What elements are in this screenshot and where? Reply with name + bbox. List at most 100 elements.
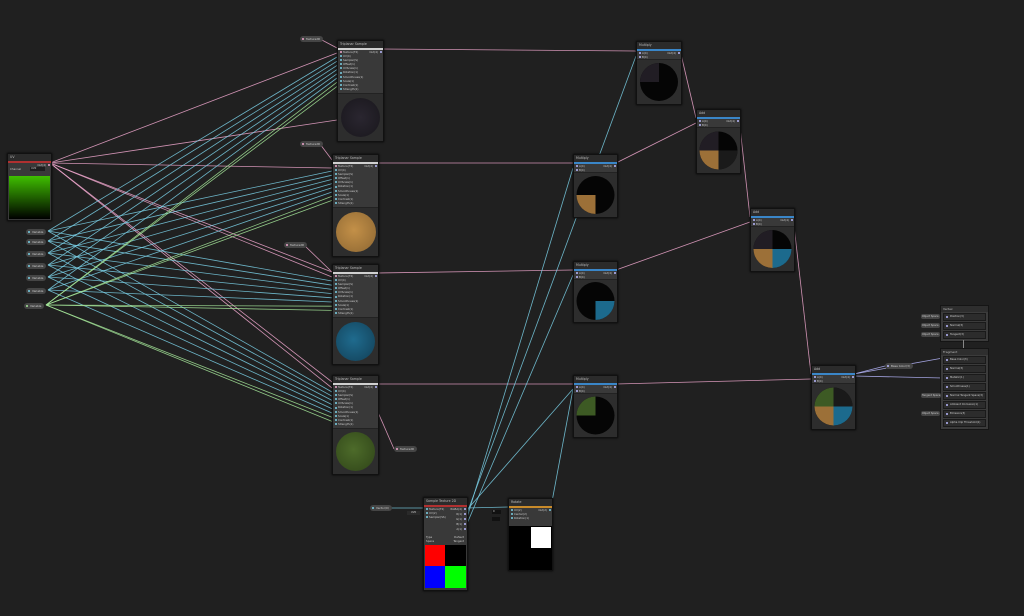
port-dot[interactable] bbox=[334, 389, 337, 392]
master-slot-row[interactable]: Smoothness(1) bbox=[941, 382, 988, 391]
uv-variable-1[interactable]: Variable bbox=[26, 239, 47, 245]
texture-property-c[interactable]: Texture2D bbox=[284, 242, 308, 248]
master-slot[interactable]: Tangent(3) bbox=[943, 331, 986, 339]
port-dot[interactable] bbox=[548, 508, 551, 511]
input-port[interactable]: Rotation(1) bbox=[509, 516, 537, 520]
port-dot[interactable] bbox=[339, 59, 342, 62]
output-dot[interactable] bbox=[613, 385, 616, 388]
port-dot[interactable] bbox=[334, 177, 337, 180]
master-slot-row[interactable]: Tangent Space Normal Tangent Space(3) bbox=[921, 391, 988, 400]
slot-dot[interactable] bbox=[946, 386, 948, 388]
multiply-node-a[interactable]: Multiply A(4) Out(4) B(4) bbox=[636, 41, 682, 105]
output-port[interactable]: Out(2) bbox=[537, 508, 552, 512]
port-dot[interactable] bbox=[463, 527, 466, 530]
port-dot[interactable] bbox=[813, 375, 816, 378]
vertex-block[interactable]: Vertex Object Space Position(3) Object Spa… bbox=[921, 305, 989, 342]
uv-variable-0[interactable]: Variable bbox=[26, 229, 47, 235]
slot-dot[interactable] bbox=[946, 325, 948, 327]
port-dot[interactable] bbox=[463, 522, 466, 525]
port-dot[interactable] bbox=[339, 54, 342, 57]
space-dropdown[interactable]: Tangent bbox=[453, 539, 464, 543]
port-dot[interactable] bbox=[575, 390, 578, 393]
port-dot[interactable] bbox=[334, 202, 337, 205]
texture-property-d[interactable]: Texture2D bbox=[394, 446, 418, 452]
master-slot-row[interactable]: Alpha Clip Threshold(1) bbox=[941, 418, 988, 427]
port-dot[interactable] bbox=[334, 164, 337, 167]
port-dot[interactable] bbox=[334, 181, 337, 184]
add-node-2[interactable]: Add A(4) Out(4) B(4) bbox=[750, 208, 795, 272]
master-slot[interactable]: Normal(3) bbox=[943, 365, 986, 373]
slot-dot[interactable] bbox=[946, 377, 948, 379]
output-dot[interactable] bbox=[613, 271, 616, 274]
slot-dot[interactable] bbox=[946, 368, 948, 370]
output-dot[interactable] bbox=[613, 164, 616, 167]
master-slot-row[interactable]: Object Space Position(3) bbox=[921, 312, 988, 321]
port-dot[interactable] bbox=[575, 169, 578, 172]
port-dot[interactable] bbox=[425, 512, 428, 515]
port-dot[interactable] bbox=[339, 84, 342, 87]
port-dot[interactable] bbox=[339, 71, 342, 74]
output-dot[interactable] bbox=[790, 218, 793, 221]
master-slot-row[interactable]: Object Space Tangent(3) bbox=[921, 330, 988, 339]
texture-property-b[interactable]: Texture2D bbox=[300, 141, 324, 147]
rotation-field[interactable]: 0 bbox=[492, 510, 501, 514]
space-dropdown-row[interactable]: Space Tangent bbox=[424, 539, 467, 543]
port-dot[interactable] bbox=[334, 274, 337, 277]
output-dot[interactable] bbox=[374, 274, 377, 277]
port-dot[interactable] bbox=[575, 164, 578, 167]
port-dot[interactable] bbox=[510, 517, 513, 520]
master-slot[interactable]: Ambient Occlusion(1) bbox=[943, 401, 986, 409]
input-port[interactable]: Strength(1) bbox=[333, 311, 378, 315]
output-dot[interactable] bbox=[677, 51, 680, 54]
port-dot[interactable] bbox=[698, 119, 701, 122]
port-dot[interactable] bbox=[334, 198, 337, 201]
slot-dot[interactable] bbox=[946, 413, 948, 415]
uv-variable-4[interactable]: Variable bbox=[26, 275, 47, 281]
channel-dropdown[interactable]: UV0 bbox=[30, 167, 45, 172]
multiply-node-c[interactable]: Multiply A(4) Out(4) B(4) bbox=[573, 261, 618, 323]
input-port[interactable]: Strength(1) bbox=[338, 87, 383, 91]
port-dot[interactable] bbox=[638, 56, 641, 59]
master-slot-row[interactable]: Object Space Emission(3) bbox=[921, 409, 988, 418]
multiply-node-d[interactable]: Multiply A(4) Out(4) B(4) bbox=[573, 375, 618, 438]
port-dot[interactable] bbox=[698, 124, 701, 127]
port-dot[interactable] bbox=[334, 423, 337, 426]
port-dot[interactable] bbox=[334, 185, 337, 188]
uv-variable-6[interactable]: Variable bbox=[24, 303, 45, 309]
port-dot[interactable] bbox=[575, 271, 578, 274]
output-dot[interactable] bbox=[736, 119, 739, 122]
slot-dot[interactable] bbox=[946, 359, 948, 361]
port-dot[interactable] bbox=[334, 419, 337, 422]
slot-dot[interactable] bbox=[946, 404, 948, 406]
port-dot[interactable] bbox=[334, 283, 337, 286]
master-slot[interactable]: Alpha Clip Threshold(1) bbox=[943, 419, 986, 427]
port-dot[interactable] bbox=[334, 308, 337, 311]
port-dot[interactable] bbox=[339, 50, 342, 53]
master-slot[interactable]: Base Color(3) bbox=[943, 356, 986, 364]
port-dot[interactable] bbox=[813, 380, 816, 383]
slot-dot[interactable] bbox=[946, 422, 948, 424]
port-dot[interactable] bbox=[334, 291, 337, 294]
uv-node[interactable]: UV Out(4) Channel UV0 bbox=[7, 153, 52, 221]
master-input-pill[interactable]: Base Color(3) bbox=[885, 363, 913, 369]
input-port[interactable]: Sampler(SS) bbox=[424, 515, 446, 519]
master-slot-row[interactable]: Metallic(1) bbox=[941, 373, 988, 382]
texture-property-a[interactable]: Texture2D bbox=[300, 36, 324, 42]
output-dot[interactable] bbox=[374, 164, 377, 167]
port-dot[interactable] bbox=[334, 295, 337, 298]
port-dot[interactable] bbox=[339, 88, 342, 91]
port-dot[interactable] bbox=[334, 304, 337, 306]
uv-variable-2[interactable]: Variable bbox=[26, 251, 47, 257]
port-dot[interactable] bbox=[339, 80, 342, 82]
input-port[interactable]: Strength(1) bbox=[333, 201, 378, 205]
port-dot[interactable] bbox=[47, 163, 50, 166]
master-slot[interactable]: Position(3) bbox=[943, 313, 986, 321]
port-dot[interactable] bbox=[334, 385, 337, 388]
port-dot[interactable] bbox=[752, 218, 755, 221]
triplanar-sample-node-a[interactable]: Triplanar Sample Texture(T2) Out(4) UV(4) S… bbox=[337, 40, 384, 142]
port-dot[interactable] bbox=[334, 312, 337, 315]
master-slot[interactable]: Normal Tangent Space(3) bbox=[943, 392, 986, 400]
port-dot[interactable] bbox=[334, 287, 337, 290]
master-slot[interactable]: Emission(3) bbox=[943, 410, 986, 418]
slot-dot[interactable] bbox=[946, 334, 948, 336]
